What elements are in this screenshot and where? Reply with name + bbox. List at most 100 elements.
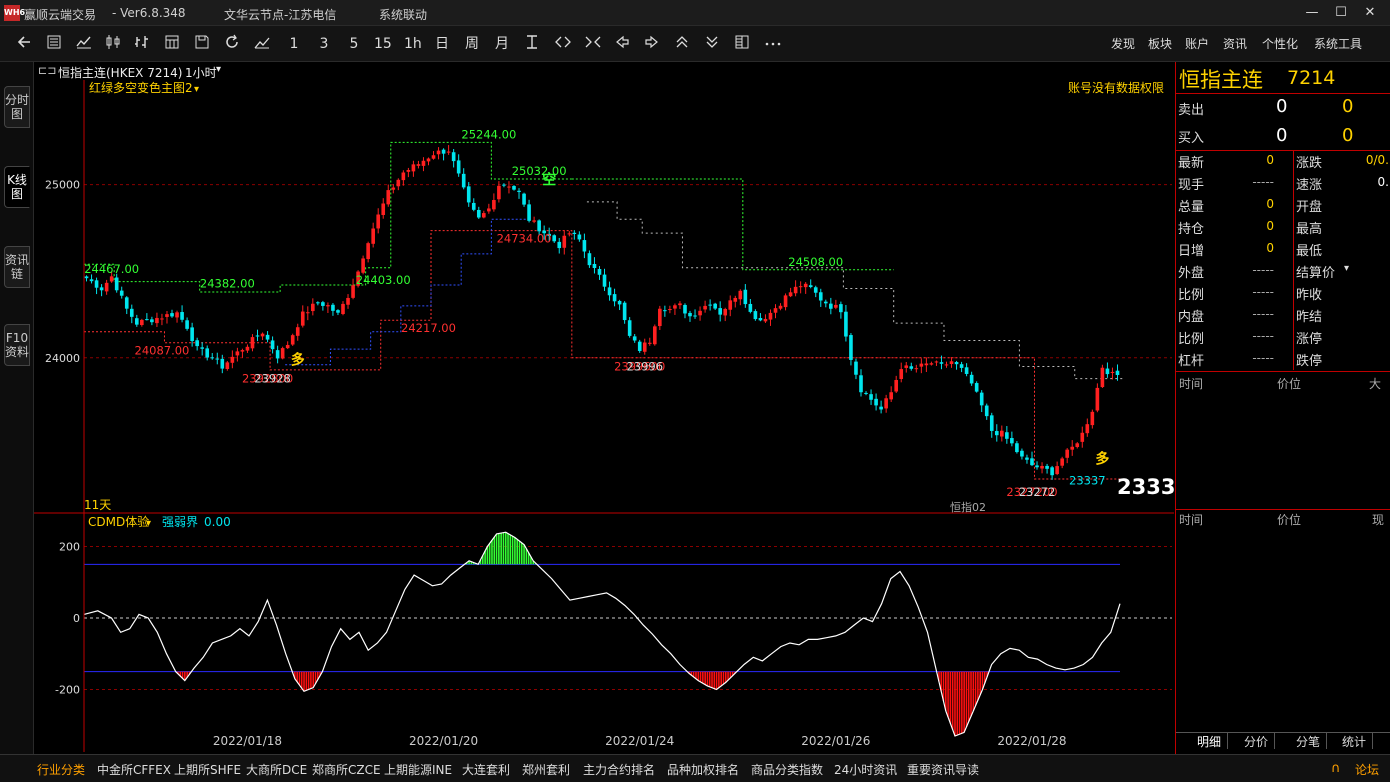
menu-account[interactable]: 账户 — [1185, 35, 1209, 52]
candle-body — [386, 190, 391, 205]
news-24h[interactable]: 24小时资讯 — [834, 761, 897, 778]
period-month[interactable]: 月 — [494, 34, 510, 54]
maximize-button[interactable]: ☐ — [1331, 3, 1351, 23]
period-selector[interactable]: 1小时 — [185, 64, 217, 81]
tab-f10[interactable]: F10资料 — [4, 324, 30, 366]
zoom-in-icon[interactable] — [554, 34, 572, 54]
quote-key: 昨结 — [1296, 310, 1323, 325]
price-label: 25244.00 — [461, 127, 516, 141]
custom-period-icon[interactable] — [524, 34, 540, 54]
bar-chart-icon[interactable] — [134, 34, 150, 54]
zhengzhou-arbitrage[interactable]: 郑州套利 — [522, 761, 570, 778]
buy-price[interactable]: 0 — [1276, 125, 1287, 146]
period-chevron-down-icon[interactable]: ▾ — [216, 64, 221, 75]
candle-body — [1105, 368, 1110, 375]
menu-discover[interactable]: 发现 — [1111, 35, 1135, 52]
exchange-ine[interactable]: 上期能源INE — [384, 761, 452, 778]
settlement-chevron-down-icon[interactable]: ▾ — [1344, 263, 1349, 274]
tab-detail[interactable]: 明细 — [1191, 733, 1229, 749]
timeshare-icon[interactable] — [76, 34, 92, 54]
main-indicator-label[interactable]: 红绿多空变色主图2 — [89, 80, 193, 95]
kline-chart[interactable]: 24467.0024382.0024087.002392800239282440… — [34, 80, 1174, 752]
candle-body — [436, 150, 441, 155]
candle-body — [451, 152, 456, 162]
candle-body — [984, 405, 989, 417]
candle-body — [773, 308, 778, 313]
period-15min[interactable]: 15 — [374, 34, 392, 54]
sell-price[interactable]: 0 — [1276, 96, 1287, 117]
quote-key: 昨收 — [1296, 288, 1323, 303]
commodity-index[interactable]: 商品分类指数 — [751, 761, 823, 778]
weighted-rank[interactable]: 品种加权排名 — [667, 761, 739, 778]
x-tick-label: 2022/01/18 — [213, 734, 282, 748]
period-1h[interactable]: 1h — [404, 34, 422, 54]
menu-news[interactable]: 资讯 — [1223, 35, 1247, 52]
menu-system-tools[interactable]: 系统工具 — [1314, 35, 1362, 52]
candle-body — [305, 312, 310, 314]
tab-timeshare[interactable]: 分时图 — [4, 86, 30, 128]
tab-news-chain[interactable]: 资讯链 — [4, 246, 30, 288]
contract-list-icon[interactable]: ⊏⊐ — [38, 64, 56, 77]
candle-body — [532, 220, 536, 222]
period-day[interactable]: 日 — [434, 34, 450, 54]
sell-volume: 0 — [1342, 96, 1354, 117]
menu-personalize[interactable]: 个性化 — [1262, 35, 1298, 52]
sub-indicator-chevron-down-icon[interactable]: ▾ — [146, 518, 151, 529]
exchange-cffex[interactable]: 中金所CFFEX — [97, 761, 171, 778]
main-indicator-chevron-down-icon[interactable]: ▾ — [194, 84, 199, 95]
candle-body — [823, 301, 828, 304]
kline-icon[interactable] — [105, 34, 123, 54]
save-icon[interactable] — [194, 34, 210, 54]
linkage-menu[interactable]: 系统联动 — [379, 6, 427, 23]
candle-body — [250, 337, 255, 349]
exchange-czce[interactable]: 郑商所CZCE — [312, 761, 381, 778]
important-news[interactable]: 重要资讯导读 — [907, 761, 979, 778]
candle-body — [844, 311, 848, 337]
candle-body — [954, 362, 959, 365]
forum-icon[interactable]: ∩ — [1331, 761, 1341, 776]
candle-body — [180, 312, 184, 320]
tab-statistics[interactable]: 统计 — [1336, 733, 1374, 749]
back-icon[interactable] — [16, 34, 32, 54]
minimize-button[interactable]: — — [1302, 3, 1322, 23]
menu-sector[interactable]: 板块 — [1148, 35, 1172, 52]
contract-title[interactable]: 恒指主连(HKEX 7214) — [58, 64, 182, 81]
candle-body — [165, 314, 169, 317]
period-3min[interactable]: 3 — [316, 34, 332, 54]
x-tick-label: 2022/01/28 — [997, 734, 1066, 748]
sub-indicator-label[interactable]: CDMD体验 — [88, 514, 149, 529]
move-right-icon[interactable] — [644, 34, 660, 54]
move-left-icon[interactable] — [614, 34, 630, 54]
quote-key[interactable]: 结算价 — [1296, 262, 1335, 281]
candle-body — [738, 290, 743, 300]
exchange-dce[interactable]: 大商所DCE — [246, 761, 307, 778]
tab-kline[interactable]: K线图 — [4, 166, 30, 208]
tab-ticks[interactable]: 分笔 — [1290, 733, 1328, 749]
candle-body — [597, 269, 602, 275]
quote-list-icon[interactable] — [46, 34, 62, 54]
scale-down-icon[interactable] — [704, 34, 720, 54]
zoom-out-icon[interactable] — [584, 34, 602, 54]
server-node: 文华云节点-江苏电信 — [224, 8, 337, 22]
main-contract-rank[interactable]: 主力合约排名 — [583, 761, 655, 778]
quote-key: 持仓 — [1178, 222, 1205, 237]
layout-icon[interactable] — [734, 34, 750, 54]
dalian-arbitrage[interactable]: 大连套利 — [462, 761, 510, 778]
period-1min[interactable]: 1 — [286, 34, 302, 54]
period-5min[interactable]: 5 — [346, 34, 362, 54]
tab-price-split[interactable]: 分价 — [1238, 733, 1276, 749]
more-icon[interactable] — [764, 34, 782, 54]
candle-body — [381, 203, 386, 216]
scale-up-icon[interactable] — [674, 34, 690, 54]
quote-key: 最低 — [1296, 244, 1323, 259]
category-active[interactable]: 行业分类 — [37, 761, 85, 778]
quote-value: 0 — [1266, 241, 1274, 255]
candle-body — [673, 305, 677, 309]
forum-link[interactable]: 论坛 — [1355, 761, 1379, 778]
close-button[interactable]: ✕ — [1360, 3, 1380, 23]
multi-chart-icon[interactable] — [164, 34, 180, 54]
drawing-tool-icon[interactable] — [254, 34, 270, 54]
exchange-shfe[interactable]: 上期所SHFE — [174, 761, 241, 778]
period-week[interactable]: 周 — [464, 34, 480, 54]
refresh-icon[interactable] — [224, 34, 240, 54]
